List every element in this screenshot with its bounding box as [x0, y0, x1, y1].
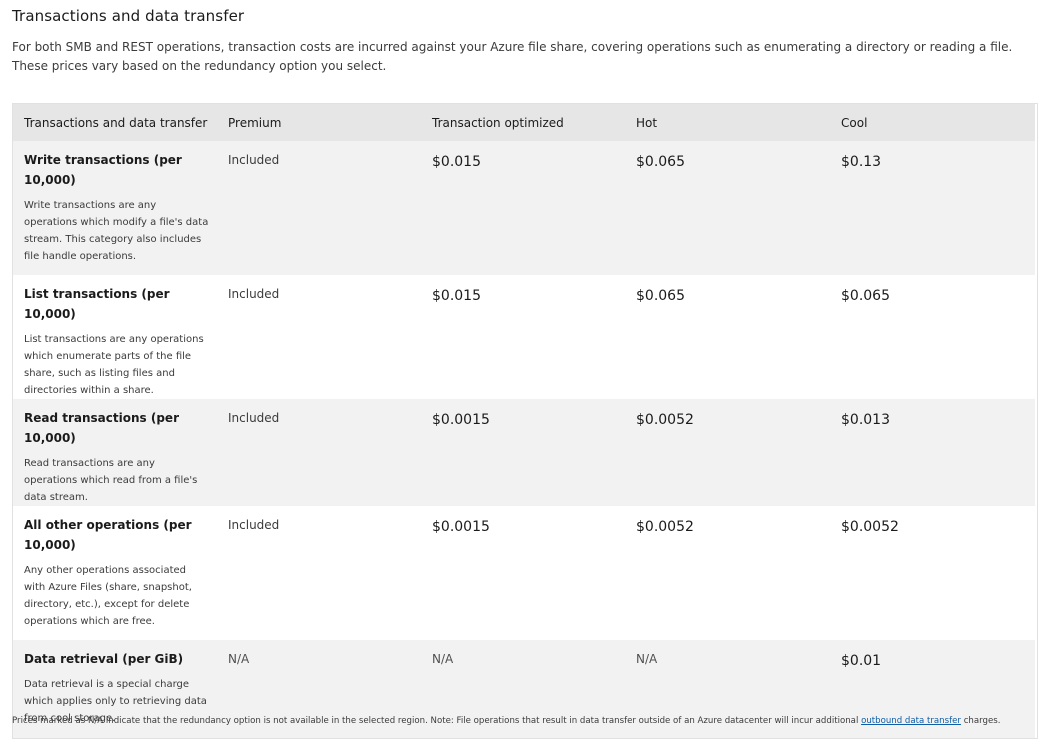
table-header-row: Transactions and data transfer Premium T… [13, 104, 1035, 141]
header-transaction-optimized: Transaction optimized [421, 104, 625, 141]
transaction-optimized-price: N/A [432, 652, 454, 666]
cool-price: $0.065 [841, 288, 890, 304]
table-row: List transactions (per 10,000) List tran… [13, 275, 1035, 399]
cool-price: $0.0052 [841, 519, 899, 535]
footnote-text: Prices marked as N/A indicate that the r… [12, 716, 862, 726]
header-transactions: Transactions and data transfer [13, 104, 217, 141]
row-name: List transactions (per 10,000) [24, 287, 170, 321]
section-title: Transactions and data transfer [12, 7, 245, 25]
hot-price: N/A [636, 652, 658, 666]
row-name: Read transactions (per 10,000) [24, 411, 179, 445]
table-row: All other operations (per 10,000) Any ot… [13, 506, 1035, 640]
hot-price: $0.0052 [636, 412, 694, 428]
row-description: Any other operations associated with Azu… [24, 565, 192, 627]
cool-price: $0.013 [841, 412, 890, 428]
row-label-cell: Write transactions (per 10,000) Write tr… [13, 141, 217, 275]
row-name: Write transactions (per 10,000) [24, 153, 182, 187]
transaction-optimized-price: $0.0015 [432, 412, 490, 428]
row-description: Read transactions are any operations whi… [24, 458, 198, 503]
section-intro: For both SMB and REST operations, transa… [12, 40, 1013, 73]
premium-value: N/A [228, 652, 250, 666]
premium-value: Included [228, 287, 280, 301]
cool-price: $0.13 [841, 154, 882, 170]
transaction-optimized-price: $0.015 [432, 154, 481, 170]
pricing-table: Transactions and data transfer Premium T… [13, 104, 1035, 738]
hot-price: $0.065 [636, 154, 685, 170]
outbound-data-transfer-link[interactable]: outbound data transfer [861, 716, 961, 726]
row-description: Write transactions are any operations wh… [24, 200, 209, 262]
table-row: Write transactions (per 10,000) Write tr… [13, 141, 1035, 275]
header-premium: Premium [217, 104, 421, 141]
hot-price: $0.065 [636, 288, 685, 304]
footnote: Prices marked as N/A indicate that the r… [12, 716, 1000, 726]
row-name: Data retrieval (per GiB) [24, 652, 184, 666]
cool-price: $0.01 [841, 653, 882, 669]
premium-value: Included [228, 153, 280, 167]
hot-price: $0.0052 [636, 519, 694, 535]
table-row: Read transactions (per 10,000) Read tran… [13, 399, 1035, 506]
transaction-optimized-price: $0.015 [432, 288, 481, 304]
row-name: All other operations (per 10,000) [24, 518, 192, 552]
header-cool: Cool [830, 104, 1035, 141]
transaction-optimized-price: $0.0015 [432, 519, 490, 535]
premium-value: Included [228, 518, 280, 532]
row-label-cell: List transactions (per 10,000) List tran… [13, 275, 217, 399]
row-description: List transactions are any operations whi… [24, 334, 204, 396]
header-hot: Hot [625, 104, 830, 141]
row-label-cell: All other operations (per 10,000) Any ot… [13, 506, 217, 640]
row-label-cell: Read transactions (per 10,000) Read tran… [13, 399, 217, 506]
footnote-text-end: charges. [960, 716, 1001, 726]
pricing-table-container: Transactions and data transfer Premium T… [12, 103, 1038, 739]
premium-value: Included [228, 411, 280, 425]
